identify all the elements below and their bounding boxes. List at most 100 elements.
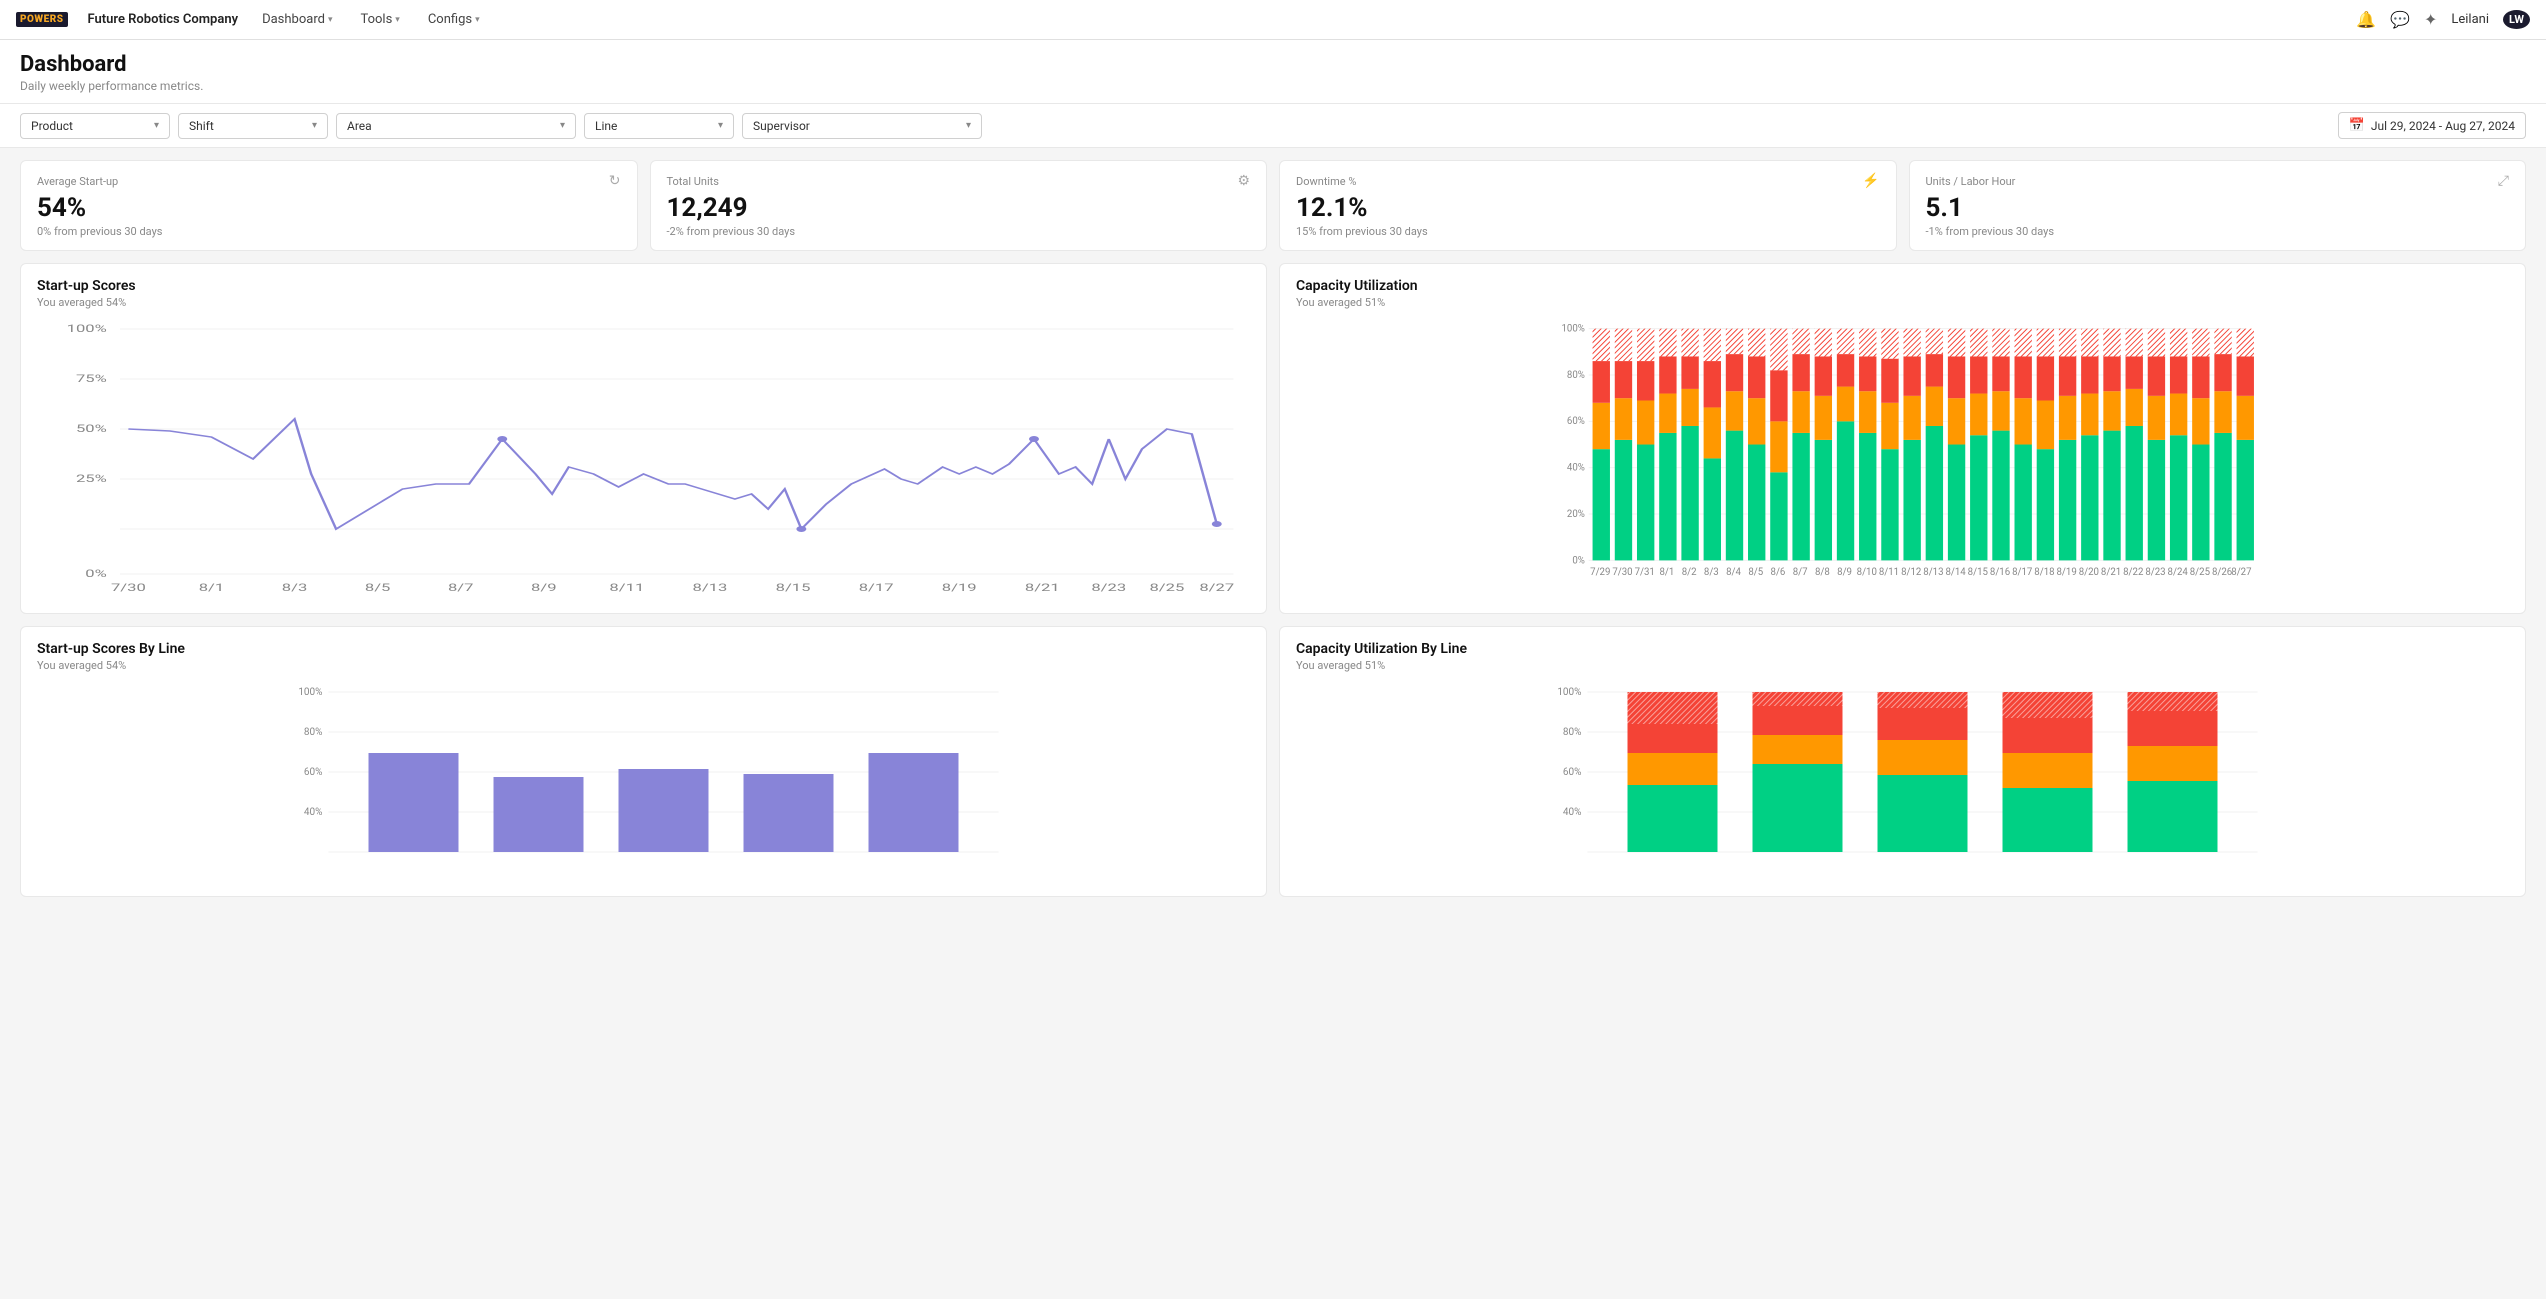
cap-by-line-area: 100% 80% 60% 40%: [1296, 682, 2509, 882]
svg-text:8/2: 8/2: [1682, 567, 1697, 578]
svg-text:8/21: 8/21: [2101, 567, 2121, 578]
page-header: Dashboard Daily weekly performance metri…: [0, 40, 2546, 104]
svg-text:8/27: 8/27: [1199, 582, 1234, 594]
svg-text:8/13: 8/13: [693, 582, 728, 594]
svg-text:8/18: 8/18: [2034, 567, 2054, 578]
bar-by-line-area: 100% 80% 60% 40%: [37, 682, 1250, 882]
nav-dashboard[interactable]: Dashboard ▾: [258, 12, 336, 27]
svg-text:8/8: 8/8: [1815, 567, 1830, 578]
svg-text:8/13: 8/13: [1923, 567, 1943, 578]
lightning-icon: ⚡: [1862, 173, 1879, 189]
kpi-value: 12.1%: [1296, 193, 1880, 223]
kpi-units-labor: Units / Labor Hour ⤢ 5.1 -1% from previo…: [1909, 160, 2527, 251]
svg-text:100%: 100%: [298, 687, 322, 698]
svg-text:8/11: 8/11: [609, 582, 644, 594]
svg-text:8/27: 8/27: [2231, 567, 2251, 578]
svg-text:8/22: 8/22: [2123, 567, 2144, 578]
svg-text:8/9: 8/9: [1837, 567, 1852, 578]
supervisor-filter[interactable]: Supervisor ▾: [742, 113, 982, 139]
svg-text:8/3: 8/3: [282, 582, 308, 594]
svg-text:8/1: 8/1: [199, 582, 225, 594]
product-filter[interactable]: Product ▾: [20, 113, 170, 139]
kpi-change: -1% from previous 30 days: [1926, 225, 2510, 238]
chevron-down-icon: ▾: [560, 120, 565, 131]
user-name: Leilani: [2451, 12, 2489, 27]
nav-icons: 🔔 💬 ✦ Leilani LW: [2356, 10, 2530, 29]
svg-text:7/29: 7/29: [1590, 567, 1610, 578]
svg-text:8/17: 8/17: [2012, 567, 2032, 578]
cap-line-svg: 100% 80% 60% 40%: [1296, 682, 2509, 882]
startup-by-line-chart: Start-up Scores By Line You averaged 54%…: [20, 626, 1267, 897]
svg-text:8/7: 8/7: [448, 582, 474, 594]
svg-text:8/19: 8/19: [942, 582, 977, 594]
bar-chart-area: 100% 80% 60% 40% 20% 0% 7/29 7/30: [1296, 319, 2509, 599]
svg-text:7/31: 7/31: [1635, 567, 1655, 578]
chart-subtitle: You averaged 51%: [1296, 659, 2509, 672]
startup-scores-chart: Start-up Scores You averaged 54% 100% 75…: [20, 263, 1267, 614]
svg-text:8/1: 8/1: [1659, 567, 1674, 578]
svg-text:8/7: 8/7: [1793, 567, 1808, 578]
resize-icon: ⤢: [2498, 173, 2509, 189]
svg-text:40%: 40%: [1563, 807, 1582, 818]
chevron-down-icon: ▾: [966, 120, 971, 131]
svg-text:8/4: 8/4: [1726, 567, 1741, 578]
svg-text:8/15: 8/15: [776, 582, 811, 594]
svg-text:40%: 40%: [1567, 463, 1585, 474]
svg-text:8/24: 8/24: [2168, 567, 2189, 578]
company-name: Future Robotics Company: [88, 12, 239, 27]
svg-text:50%: 50%: [76, 423, 107, 435]
svg-text:7/30: 7/30: [1612, 567, 1632, 578]
svg-text:8/23: 8/23: [2145, 567, 2165, 578]
chart-subtitle: You averaged 54%: [37, 296, 1250, 309]
calendar-icon: 📅: [2349, 118, 2365, 133]
chevron-down-icon: ▾: [328, 15, 333, 25]
chart-subtitle: You averaged 51%: [1296, 296, 2509, 309]
kpi-total-units: Total Units ⚙ 12,249 -2% from previous 3…: [650, 160, 1268, 251]
navigation: POWERS Future Robotics Company Dashboard…: [0, 0, 2546, 40]
svg-text:80%: 80%: [1567, 370, 1585, 381]
kpi-value: 12,249: [667, 193, 1251, 223]
svg-text:100%: 100%: [67, 323, 107, 335]
kpi-change: -2% from previous 30 days: [667, 225, 1251, 238]
charts-row-top: Start-up Scores You averaged 54% 100% 75…: [0, 263, 2546, 626]
svg-text:20%: 20%: [1567, 509, 1585, 520]
chat-icon[interactable]: 💬: [2390, 10, 2410, 29]
kpi-row: Average Start-up ↻ 54% 0% from previous …: [0, 148, 2546, 263]
area-filter[interactable]: Area ▾: [336, 113, 576, 139]
svg-text:8/21: 8/21: [1025, 582, 1060, 594]
chart-title: Start-up Scores By Line: [37, 641, 1250, 657]
bell-icon[interactable]: 🔔: [2356, 10, 2376, 29]
charts-row-bottom: Start-up Scores By Line You averaged 54%…: [0, 626, 2546, 917]
chevron-down-icon: ▾: [475, 15, 480, 25]
gear-icon[interactable]: ✦: [2424, 10, 2437, 29]
svg-text:80%: 80%: [1563, 727, 1582, 738]
kpi-change: 15% from previous 30 days: [1296, 225, 1880, 238]
svg-text:8/5: 8/5: [365, 582, 391, 594]
svg-text:8/10: 8/10: [1857, 567, 1877, 578]
date-range-filter[interactable]: 📅 Jul 29, 2024 - Aug 27, 2024: [2338, 112, 2526, 139]
svg-text:8/19: 8/19: [2057, 567, 2077, 578]
avatar[interactable]: LW: [2503, 10, 2530, 29]
refresh-icon: ↻: [609, 173, 621, 189]
logo: POWERS: [16, 12, 68, 27]
chart-subtitle: You averaged 54%: [37, 659, 1250, 672]
startup-line-svg: 100% 80% 60% 40%: [37, 682, 1250, 882]
line-chart-svg: 100% 75% 50% 25% 0% 7/30 8/1 8/3 8/5 8/7…: [37, 319, 1250, 599]
svg-text:100%: 100%: [1562, 324, 1585, 335]
svg-text:60%: 60%: [1563, 767, 1582, 778]
svg-text:8/14: 8/14: [1945, 567, 1966, 578]
kpi-change: 0% from previous 30 days: [37, 225, 621, 238]
svg-text:8/15: 8/15: [1968, 567, 1989, 578]
capacity-util-chart: Capacity Utilization You averaged 51% 10…: [1279, 263, 2526, 614]
chart-title: Capacity Utilization By Line: [1296, 641, 2509, 657]
line-filter[interactable]: Line ▾: [584, 113, 734, 139]
nav-configs[interactable]: Configs ▾: [424, 12, 484, 27]
svg-text:0%: 0%: [85, 568, 107, 580]
svg-text:8/16: 8/16: [1990, 567, 2010, 578]
shift-filter[interactable]: Shift ▾: [178, 113, 328, 139]
svg-text:100%: 100%: [1557, 687, 1581, 698]
page-subtitle: Daily weekly performance metrics.: [20, 79, 2526, 93]
nav-tools[interactable]: Tools ▾: [356, 12, 403, 27]
kpi-downtime: Downtime % ⚡ 12.1% 15% from previous 30 …: [1279, 160, 1897, 251]
svg-text:8/23: 8/23: [1091, 582, 1126, 594]
